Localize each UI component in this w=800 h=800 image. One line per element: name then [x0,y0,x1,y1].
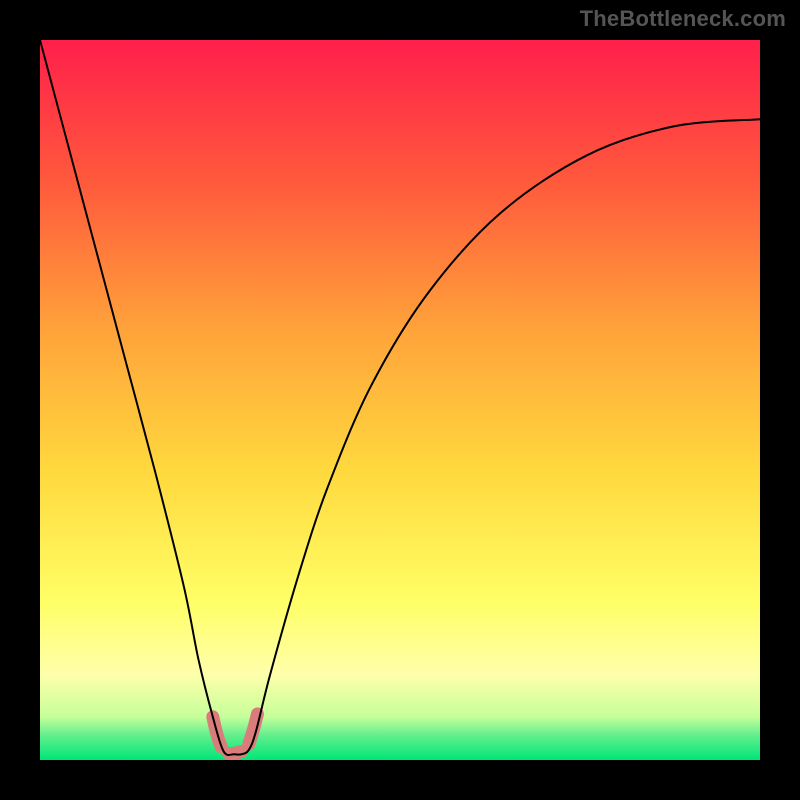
chart-container: TheBottleneck.com [0,0,800,800]
plot-frame [40,40,760,760]
watermark-text: TheBottleneck.com [580,6,786,32]
plot-area [40,40,760,760]
marker-marker-bottom [229,751,242,753]
chart-svg [40,40,760,760]
gradient-background [40,40,760,760]
